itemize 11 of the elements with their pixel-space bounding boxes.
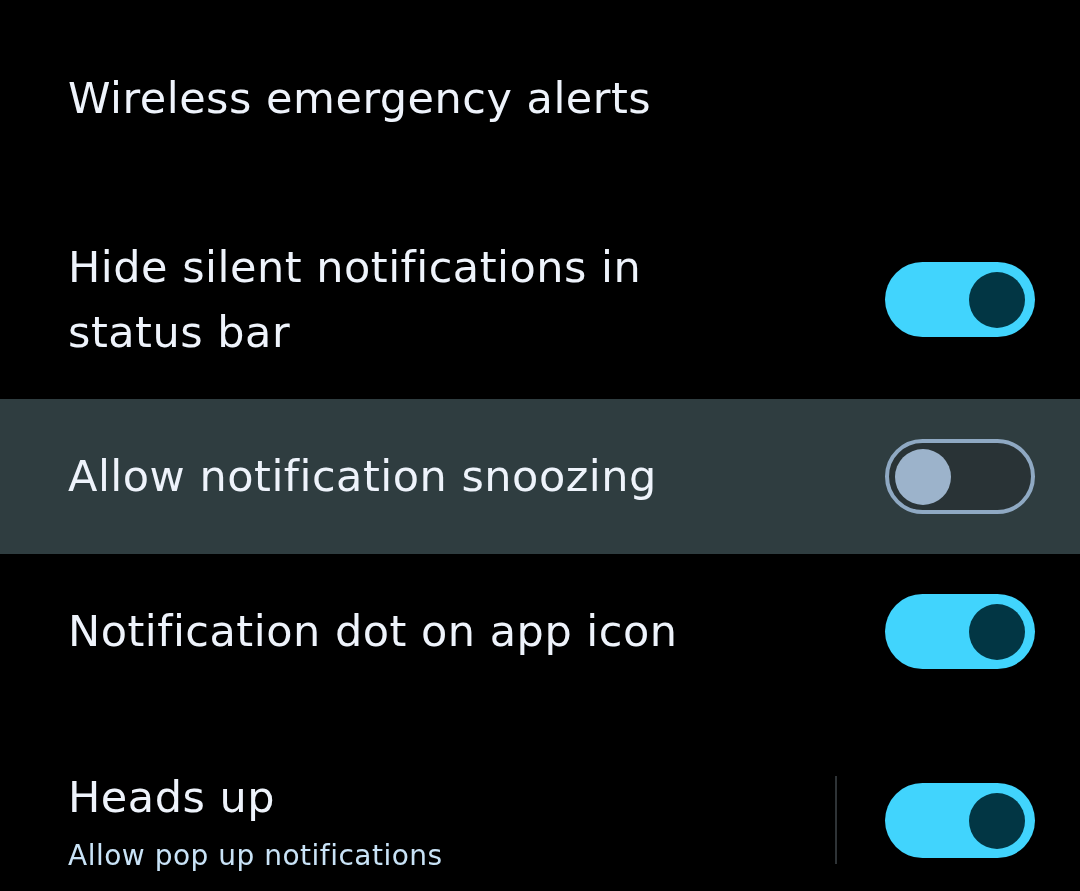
list-item[interactable]: Heads up Allow pop up notifications	[0, 709, 1080, 891]
item-title: Wireless emergency alerts	[68, 71, 653, 125]
list-item[interactable]: Wireless emergency alerts	[0, 0, 1080, 200]
list-item[interactable]: Hide silent notifications in status bar	[0, 200, 1080, 399]
item-title: Heads up	[68, 770, 277, 824]
list-item[interactable]: Allow notification snoozing	[0, 399, 1080, 554]
item-subtitle: Allow pop up notifications	[68, 837, 444, 874]
item-title: Hide silent notifications in status bar	[68, 240, 643, 359]
item-title: Notification dot on app icon	[68, 605, 679, 658]
item-title: Allow notification snoozing	[68, 450, 658, 503]
list-item[interactable]: Notification dot on app icon	[0, 554, 1080, 709]
